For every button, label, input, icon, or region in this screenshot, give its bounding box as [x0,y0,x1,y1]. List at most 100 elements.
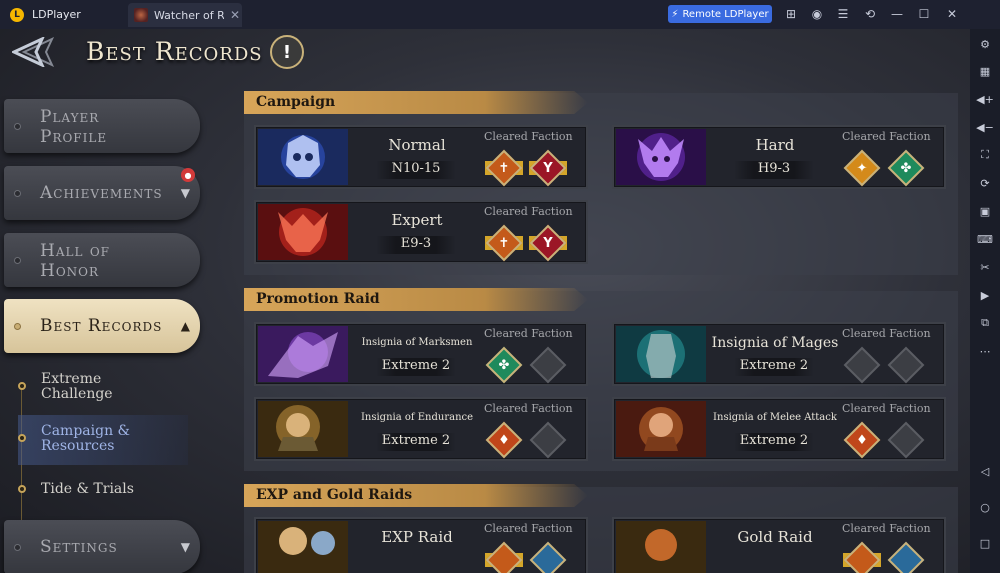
cleared-faction-label: Cleared Faction [842,130,931,143]
faction-emblem-icon [529,541,567,573]
faction-emblem-icon: ✤ [485,346,523,384]
mages-hero-portrait [616,326,706,382]
multi-instance-icon[interactable]: ⧉ [975,313,995,333]
record-card-normal[interactable]: Normal N10-15 Cleared Faction ✝ Y [254,125,588,189]
menu-icon[interactable]: ☰ [833,4,853,24]
restore-icon[interactable]: ⟲ [860,4,880,24]
subnav-extreme-challenge[interactable]: Extreme Challenge [18,363,188,413]
exp-raid-portrait [258,521,348,573]
locked-slot-icon [843,346,881,384]
card-title: Expert [391,211,443,229]
record-card-endurance[interactable]: Insignia of Endurance Extreme 2 Cleared … [254,397,588,461]
record-card-melee-attack[interactable]: Insignia of Melee Attack Extreme 2 Clear… [612,397,946,461]
nav-label: Achievements [40,183,163,203]
melee-attack-hero-portrait [616,401,706,457]
emulator-toolbar: ⚙ ▦ ◀+ ◀− ⛶ ⟳ ▣ ⌨ ✂ ▶ ⧉ ⋯ ◁ ○ □ [970,29,1000,573]
section-header-promotion-raid: Promotion Raid [244,288,588,311]
subnav-dot [18,434,26,442]
volume-up-icon[interactable]: ◀+ [975,89,995,109]
screenshot-icon[interactable]: ⛶ [975,145,995,165]
ldplayer-window: L LDPlayer Watcher of R... ✕ ⚡ Remote LD… [0,0,1000,573]
game-tab[interactable]: Watcher of R... ✕ [128,3,242,27]
nav-player-profile[interactable]: Player Profile [4,99,200,153]
page-title: Best Records [86,37,263,66]
subnav-label: Campaign & Resources [41,423,131,454]
subnav-dot [18,485,26,493]
section-title: Promotion Raid [256,291,380,307]
gold-raid-portrait [616,521,706,573]
marksmen-hero-portrait [258,326,348,382]
faction-emblem-icon: ♦ [843,421,881,459]
nav-dot [14,190,21,197]
card-title: Insignia of Endurance [360,412,474,423]
app-name: LDPlayer [32,8,81,21]
card-title: Insignia of Melee Attack [713,412,837,423]
nav-label: Player Profile [40,107,108,147]
keyboard-icon[interactable]: ⌨ [975,229,995,249]
subnav-tide-trials[interactable]: Tide & Trials [18,466,188,516]
card-title: EXP Raid [381,528,453,546]
more-icon[interactable]: ⋯ [975,341,995,361]
nav-achievements[interactable]: Achievements ▼ [4,166,200,220]
card-title: Normal [388,136,446,154]
rotate-icon[interactable]: ⟳ [975,173,995,193]
game-tab-label: Watcher of R... [154,8,224,22]
cleared-faction-label: Cleared Faction [842,522,931,535]
remote-ldplayer-button[interactable]: ⚡ Remote LDPlayer [668,5,772,23]
remote-label: Remote LDPlayer [682,8,769,20]
faction-emblem-icon: ✦ [843,149,881,187]
faction-emblem-icon: ✝ [485,149,523,187]
android-recent-icon[interactable]: □ [975,533,995,553]
card-stage: Extreme 2 [734,433,814,451]
records-panel: Campaign Normal N10-15 Cleared Faction ✝… [244,87,958,573]
nav-hall-of-honor[interactable]: Hall of Honor [4,233,200,287]
faction-emblem-icon [485,541,523,573]
card-stage: Extreme 2 [734,358,814,376]
keyboard-map-icon[interactable]: ▦ [975,61,995,81]
record-card-expert[interactable]: Expert E9-3 Cleared Faction ✝ Y [254,200,588,264]
endurance-hero-portrait [258,401,348,457]
back-arrow-icon[interactable] [12,37,58,67]
record-card-exp-raid[interactable]: EXP Raid Cleared Faction [254,517,588,573]
section-header-campaign: Campaign [244,91,588,114]
cleared-faction-label: Cleared Faction [484,327,573,340]
nav-best-records[interactable]: Best Records ▲ [4,299,200,353]
tab-close-icon[interactable]: ✕ [230,8,240,22]
subnav-campaign-resources[interactable]: Campaign & Resources [18,415,188,465]
scissors-icon[interactable]: ✂ [975,257,995,277]
android-back-icon[interactable]: ◁ [975,461,995,481]
faction-emblem-icon [843,541,881,573]
account-icon[interactable]: ◉ [807,4,827,24]
record-card-mages[interactable]: Insignia of Mages Extreme 2 Cleared Fact… [612,322,946,386]
faction-emblem-icon: ✤ [887,149,925,187]
maximize-button[interactable]: ☐ [914,4,934,24]
cleared-faction-label: Cleared Faction [842,402,931,415]
gamepad-icon[interactable]: ⊞ [781,4,801,24]
chevron-down-icon: ▼ [180,540,190,554]
expert-demon-icon [258,204,348,260]
record-card-hard[interactable]: Hard H9-3 Cleared Faction ✦ ✤ [612,125,946,189]
faction-emblem-icon: ♦ [485,421,523,459]
close-button[interactable]: ✕ [942,4,962,24]
install-apk-icon[interactable]: ▣ [975,201,995,221]
record-card-marksmen[interactable]: Insignia of Marksmen Extreme 2 Cleared F… [254,322,588,386]
subnav-label: Extreme Challenge [41,371,113,402]
volume-down-icon[interactable]: ◀− [975,117,995,137]
nav-settings[interactable]: Settings ▼ [4,520,200,573]
record-card-gold-raid[interactable]: Gold Raid Cleared Faction [612,517,946,573]
record-icon[interactable]: ▶ [975,285,995,305]
settings-gear-icon[interactable]: ⚙ [975,34,995,54]
minimize-button[interactable]: — [887,4,907,24]
faction-emblem-icon: ✝ [485,224,523,262]
nav-dot [14,323,21,330]
subnav-dot [18,382,26,390]
locked-slot-icon [887,421,925,459]
faction-emblem-icon: Y [529,149,567,187]
card-stage: Extreme 2 [376,433,456,451]
android-home-icon[interactable]: ○ [975,497,995,517]
nav-label: Hall of Honor [40,241,110,281]
card-title: Hard [755,136,795,154]
cleared-faction-label: Cleared Faction [484,130,573,143]
lightning-icon: ⚡ [671,8,679,20]
info-icon[interactable]: ! [270,35,304,69]
